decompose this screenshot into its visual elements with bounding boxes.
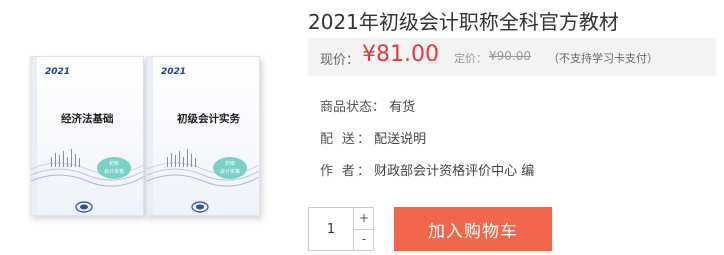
author-row: 作 者： 财政部会计资格评价中心 编 bbox=[320, 160, 534, 179]
delivery-info-link[interactable]: 配送说明 bbox=[374, 132, 426, 147]
badge-line-2: 会计资格 bbox=[103, 169, 124, 175]
author-label: 作 者： bbox=[320, 164, 370, 179]
book-year: 2021 bbox=[45, 67, 71, 77]
book-title: 经济法基础 bbox=[61, 113, 114, 125]
author-value: 财政部会计资格评价中心 编 bbox=[374, 164, 535, 179]
stock-status-row: 商品状态： 有货 bbox=[320, 96, 415, 115]
product-cover-image: 2021 经济法基础 初级 会计资格 2021 初级会计实务 初级 会计资格 bbox=[20, 40, 280, 245]
payment-note: （不支持学习卡支付） bbox=[548, 52, 658, 65]
delivery-label: 配 送： bbox=[320, 132, 370, 147]
quantity-input[interactable] bbox=[309, 208, 353, 250]
level-badge: 初级 会计资格 bbox=[97, 157, 131, 179]
book-cover-accounting-practice: 2021 初级会计实务 初级 会计资格 bbox=[146, 56, 260, 216]
quantity-stepper: + - bbox=[308, 207, 374, 251]
decrement-button[interactable]: - bbox=[353, 229, 374, 250]
list-price-label: 定价： bbox=[454, 52, 487, 65]
price-bar: 现价： ¥81.00 定价： ¥90.00 （不支持学习卡支付） bbox=[308, 38, 716, 76]
stock-status-label: 商品状态： bbox=[320, 100, 386, 115]
badge-line-1: 初级 bbox=[224, 161, 235, 167]
book-title: 初级会计实务 bbox=[177, 113, 240, 125]
level-badge: 初级 会计资格 bbox=[213, 157, 247, 179]
current-price: ¥81.00 bbox=[362, 42, 439, 67]
list-price: ¥90.00 bbox=[489, 49, 531, 63]
badge-line-2: 会计资格 bbox=[219, 169, 240, 175]
current-price-label: 现价： bbox=[320, 53, 360, 68]
book-year: 2021 bbox=[161, 67, 187, 77]
stock-status-value: 有货 bbox=[389, 100, 416, 115]
delivery-row: 配 送： 配送说明 bbox=[320, 128, 426, 147]
badge-line-1: 初级 bbox=[108, 161, 119, 167]
book-cover-economic-law: 2021 经济法基础 初级 会计资格 bbox=[30, 56, 144, 216]
publisher-logo-icon bbox=[75, 201, 93, 213]
product-title: 2021年初级会计职称全科官方教材 bbox=[308, 10, 619, 34]
add-to-cart-button[interactable]: 加入购物车 bbox=[394, 207, 552, 251]
publisher-logo-icon bbox=[191, 201, 209, 213]
increment-button[interactable]: + bbox=[353, 208, 374, 230]
